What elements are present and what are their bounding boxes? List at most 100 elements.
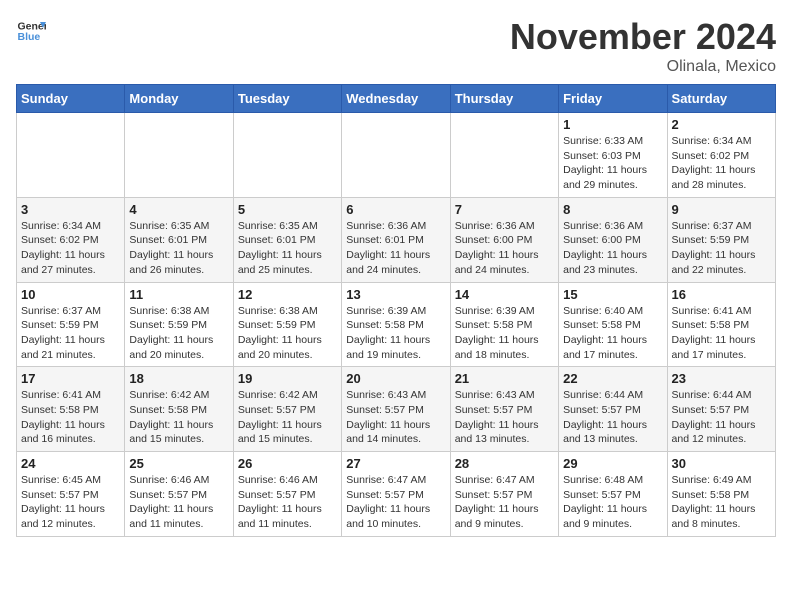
day-number: 12 bbox=[238, 287, 337, 302]
day-number: 1 bbox=[563, 117, 662, 132]
day-number: 26 bbox=[238, 456, 337, 471]
table-row: 24 Sunrise: 6:45 AM Sunset: 5:57 PM Dayli… bbox=[17, 452, 125, 537]
table-row: 12 Sunrise: 6:38 AM Sunset: 5:59 PM Dayli… bbox=[233, 282, 341, 367]
day-number: 10 bbox=[21, 287, 120, 302]
header-thursday: Thursday bbox=[450, 85, 558, 113]
day-info: Sunrise: 6:35 AM Sunset: 6:01 PM Dayligh… bbox=[129, 219, 228, 278]
table-row: 20 Sunrise: 6:43 AM Sunset: 5:57 PM Dayli… bbox=[342, 367, 450, 452]
day-info: Sunrise: 6:46 AM Sunset: 5:57 PM Dayligh… bbox=[238, 473, 337, 532]
table-row: 6Sunrise: 6:36 AM Sunset: 6:01 PM Daylig… bbox=[342, 197, 450, 282]
day-info: Sunrise: 6:34 AM Sunset: 6:02 PM Dayligh… bbox=[21, 219, 120, 278]
day-info: Sunrise: 6:43 AM Sunset: 5:57 PM Dayligh… bbox=[455, 388, 554, 447]
calendar-week-row: 1 Sunrise: 6:33 AM Sunset: 6:03 PM Daylig… bbox=[17, 113, 776, 198]
day-number: 7 bbox=[455, 202, 554, 217]
day-number: 8 bbox=[563, 202, 662, 217]
day-info: Sunrise: 6:38 AM Sunset: 5:59 PM Dayligh… bbox=[129, 304, 228, 363]
table-row: 9Sunrise: 6:37 AM Sunset: 5:59 PM Daylig… bbox=[667, 197, 775, 282]
table-row: 1 Sunrise: 6:33 AM Sunset: 6:03 PM Daylig… bbox=[559, 113, 667, 198]
logo-icon: General Blue bbox=[16, 16, 46, 46]
table-row: 11 Sunrise: 6:38 AM Sunset: 5:59 PM Dayli… bbox=[125, 282, 233, 367]
table-row: 5Sunrise: 6:35 AM Sunset: 6:01 PM Daylig… bbox=[233, 197, 341, 282]
table-row: 14 Sunrise: 6:39 AM Sunset: 5:58 PM Dayli… bbox=[450, 282, 558, 367]
table-row: 3 Sunrise: 6:34 AM Sunset: 6:02 PM Daylig… bbox=[17, 197, 125, 282]
header-sunday: Sunday bbox=[17, 85, 125, 113]
title-block: November 2024 Olinala, Mexico bbox=[510, 16, 776, 76]
day-info: Sunrise: 6:42 AM Sunset: 5:57 PM Dayligh… bbox=[238, 388, 337, 447]
table-row: 30Sunrise: 6:49 AM Sunset: 5:58 PM Dayli… bbox=[667, 452, 775, 537]
table-row bbox=[125, 113, 233, 198]
calendar-week-row: 17 Sunrise: 6:41 AM Sunset: 5:58 PM Dayli… bbox=[17, 367, 776, 452]
table-row bbox=[342, 113, 450, 198]
day-number: 4 bbox=[129, 202, 228, 217]
day-number: 3 bbox=[21, 202, 120, 217]
day-number: 14 bbox=[455, 287, 554, 302]
table-row: 27 Sunrise: 6:47 AM Sunset: 5:57 PM Dayli… bbox=[342, 452, 450, 537]
table-row: 17 Sunrise: 6:41 AM Sunset: 5:58 PM Dayli… bbox=[17, 367, 125, 452]
day-info: Sunrise: 6:41 AM Sunset: 5:58 PM Dayligh… bbox=[672, 304, 771, 363]
table-row: 15 Sunrise: 6:40 AM Sunset: 5:58 PM Dayli… bbox=[559, 282, 667, 367]
day-number: 11 bbox=[129, 287, 228, 302]
header-tuesday: Tuesday bbox=[233, 85, 341, 113]
day-number: 6 bbox=[346, 202, 445, 217]
table-row: 22 Sunrise: 6:44 AM Sunset: 5:57 PM Dayli… bbox=[559, 367, 667, 452]
day-info: Sunrise: 6:38 AM Sunset: 5:59 PM Dayligh… bbox=[238, 304, 337, 363]
location-subtitle: Olinala, Mexico bbox=[510, 58, 776, 76]
calendar-header-row: Sunday Monday Tuesday Wednesday Thursday… bbox=[17, 85, 776, 113]
table-row: 13Sunrise: 6:39 AM Sunset: 5:58 PM Dayli… bbox=[342, 282, 450, 367]
table-row: 2Sunrise: 6:34 AM Sunset: 6:02 PM Daylig… bbox=[667, 113, 775, 198]
calendar-week-row: 24 Sunrise: 6:45 AM Sunset: 5:57 PM Dayli… bbox=[17, 452, 776, 537]
day-number: 24 bbox=[21, 456, 120, 471]
day-info: Sunrise: 6:36 AM Sunset: 6:00 PM Dayligh… bbox=[455, 219, 554, 278]
day-number: 23 bbox=[672, 371, 771, 386]
day-info: Sunrise: 6:45 AM Sunset: 5:57 PM Dayligh… bbox=[21, 473, 120, 532]
day-info: Sunrise: 6:47 AM Sunset: 5:57 PM Dayligh… bbox=[455, 473, 554, 532]
day-number: 17 bbox=[21, 371, 120, 386]
day-info: Sunrise: 6:33 AM Sunset: 6:03 PM Dayligh… bbox=[563, 134, 662, 193]
day-info: Sunrise: 6:40 AM Sunset: 5:58 PM Dayligh… bbox=[563, 304, 662, 363]
day-info: Sunrise: 6:46 AM Sunset: 5:57 PM Dayligh… bbox=[129, 473, 228, 532]
day-number: 16 bbox=[672, 287, 771, 302]
day-info: Sunrise: 6:42 AM Sunset: 5:58 PM Dayligh… bbox=[129, 388, 228, 447]
month-title: November 2024 bbox=[510, 16, 776, 58]
table-row: 7 Sunrise: 6:36 AM Sunset: 6:00 PM Daylig… bbox=[450, 197, 558, 282]
table-row bbox=[17, 113, 125, 198]
day-info: Sunrise: 6:41 AM Sunset: 5:58 PM Dayligh… bbox=[21, 388, 120, 447]
day-info: Sunrise: 6:44 AM Sunset: 5:57 PM Dayligh… bbox=[563, 388, 662, 447]
table-row bbox=[233, 113, 341, 198]
day-info: Sunrise: 6:39 AM Sunset: 5:58 PM Dayligh… bbox=[346, 304, 445, 363]
day-info: Sunrise: 6:49 AM Sunset: 5:58 PM Dayligh… bbox=[672, 473, 771, 532]
header-monday: Monday bbox=[125, 85, 233, 113]
table-row: 23 Sunrise: 6:44 AM Sunset: 5:57 PM Dayli… bbox=[667, 367, 775, 452]
svg-text:Blue: Blue bbox=[18, 31, 41, 43]
day-number: 9 bbox=[672, 202, 771, 217]
day-number: 18 bbox=[129, 371, 228, 386]
day-info: Sunrise: 6:44 AM Sunset: 5:57 PM Dayligh… bbox=[672, 388, 771, 447]
day-number: 2 bbox=[672, 117, 771, 132]
table-row bbox=[450, 113, 558, 198]
calendar-week-row: 10 Sunrise: 6:37 AM Sunset: 5:59 PM Dayli… bbox=[17, 282, 776, 367]
day-info: Sunrise: 6:48 AM Sunset: 5:57 PM Dayligh… bbox=[563, 473, 662, 532]
table-row: 10 Sunrise: 6:37 AM Sunset: 5:59 PM Dayli… bbox=[17, 282, 125, 367]
header-wednesday: Wednesday bbox=[342, 85, 450, 113]
day-number: 19 bbox=[238, 371, 337, 386]
page-header: General Blue November 2024 Olinala, Mexi… bbox=[16, 16, 776, 76]
day-number: 22 bbox=[563, 371, 662, 386]
day-info: Sunrise: 6:39 AM Sunset: 5:58 PM Dayligh… bbox=[455, 304, 554, 363]
table-row: 18 Sunrise: 6:42 AM Sunset: 5:58 PM Dayli… bbox=[125, 367, 233, 452]
table-row: 28Sunrise: 6:47 AM Sunset: 5:57 PM Dayli… bbox=[450, 452, 558, 537]
day-info: Sunrise: 6:43 AM Sunset: 5:57 PM Dayligh… bbox=[346, 388, 445, 447]
day-number: 20 bbox=[346, 371, 445, 386]
table-row: 8Sunrise: 6:36 AM Sunset: 6:00 PM Daylig… bbox=[559, 197, 667, 282]
day-info: Sunrise: 6:47 AM Sunset: 5:57 PM Dayligh… bbox=[346, 473, 445, 532]
day-info: Sunrise: 6:35 AM Sunset: 6:01 PM Dayligh… bbox=[238, 219, 337, 278]
day-info: Sunrise: 6:37 AM Sunset: 5:59 PM Dayligh… bbox=[21, 304, 120, 363]
calendar-week-row: 3 Sunrise: 6:34 AM Sunset: 6:02 PM Daylig… bbox=[17, 197, 776, 282]
table-row: 4 Sunrise: 6:35 AM Sunset: 6:01 PM Daylig… bbox=[125, 197, 233, 282]
header-friday: Friday bbox=[559, 85, 667, 113]
day-number: 15 bbox=[563, 287, 662, 302]
table-row: 21Sunrise: 6:43 AM Sunset: 5:57 PM Dayli… bbox=[450, 367, 558, 452]
table-row: 16 Sunrise: 6:41 AM Sunset: 5:58 PM Dayli… bbox=[667, 282, 775, 367]
day-number: 29 bbox=[563, 456, 662, 471]
day-number: 27 bbox=[346, 456, 445, 471]
table-row: 29 Sunrise: 6:48 AM Sunset: 5:57 PM Dayli… bbox=[559, 452, 667, 537]
